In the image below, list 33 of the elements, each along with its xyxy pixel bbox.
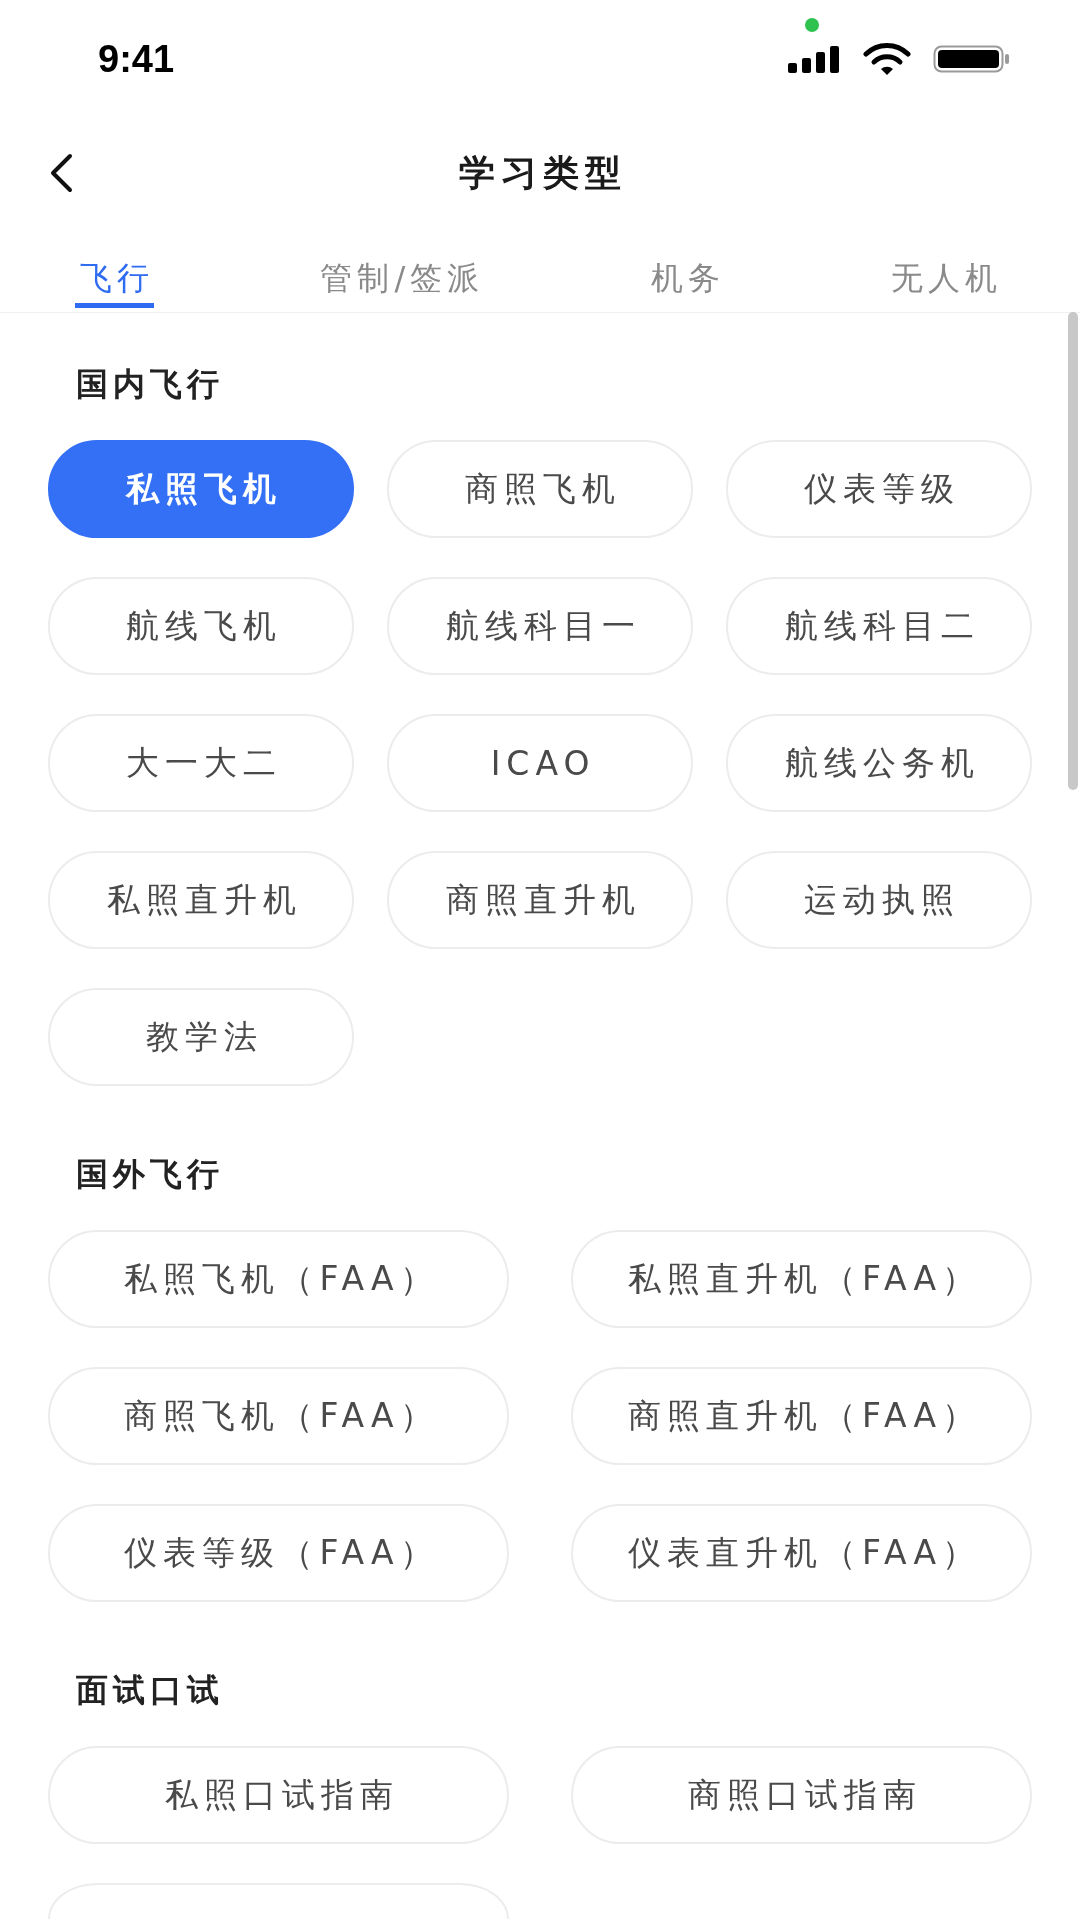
section-title: 面试口试 bbox=[76, 1674, 224, 1706]
wifi-icon bbox=[863, 42, 911, 76]
status-time: 9:41 bbox=[98, 37, 175, 81]
option-chip[interactable]: 航线公务机 bbox=[726, 714, 1032, 812]
option-chip[interactable]: 私照直升机（FAA） bbox=[571, 1230, 1032, 1328]
option-chip[interactable]: 仪表等级 bbox=[726, 440, 1032, 538]
option-chip[interactable]: 私照口试指南 bbox=[48, 1746, 509, 1844]
option-chip[interactable]: 航线科目二 bbox=[726, 577, 1032, 675]
option-chip[interactable]: 私照飞机 bbox=[48, 440, 354, 538]
option-chip[interactable]: 仪表直升机（FAA） bbox=[571, 1504, 1032, 1602]
option-chip[interactable]: 教学法 bbox=[48, 988, 354, 1086]
option-chip[interactable]: ICAO bbox=[387, 714, 693, 812]
scrollbar-thumb[interactable] bbox=[1068, 312, 1078, 790]
chevron-left-icon bbox=[48, 153, 74, 193]
option-chip[interactable]: 商照直升机（FAA） bbox=[571, 1367, 1032, 1465]
option-chip[interactable]: 航线科目一 bbox=[387, 577, 693, 675]
option-chip[interactable]: 仪表等级（FAA） bbox=[48, 1504, 509, 1602]
signal-icon bbox=[788, 45, 841, 73]
option-chip[interactable]: 运动执照 bbox=[726, 851, 1032, 949]
status-dot-icon bbox=[805, 18, 819, 32]
option-chip[interactable]: 航线飞机 bbox=[48, 577, 354, 675]
page-title: 学习类型 bbox=[458, 151, 627, 195]
option-chip[interactable]: 私照飞机（FAA） bbox=[48, 1230, 509, 1328]
option-chip[interactable]: 商照口试指南 bbox=[571, 1746, 1032, 1844]
option-chip[interactable]: 商照直升机 bbox=[387, 851, 693, 949]
section-title: 国内飞行 bbox=[76, 368, 224, 400]
option-chip[interactable]: 私照直升机 bbox=[48, 851, 354, 949]
section-title: 国外飞行 bbox=[76, 1158, 224, 1190]
option-chip[interactable]: 商照飞机（FAA） bbox=[48, 1367, 509, 1465]
battery-icon bbox=[933, 45, 1010, 73]
option-chip[interactable]: 商照飞机 bbox=[387, 440, 693, 538]
tab[interactable]: 飞行 bbox=[75, 228, 154, 308]
option-chip[interactable]: 大一大二 bbox=[48, 714, 354, 812]
